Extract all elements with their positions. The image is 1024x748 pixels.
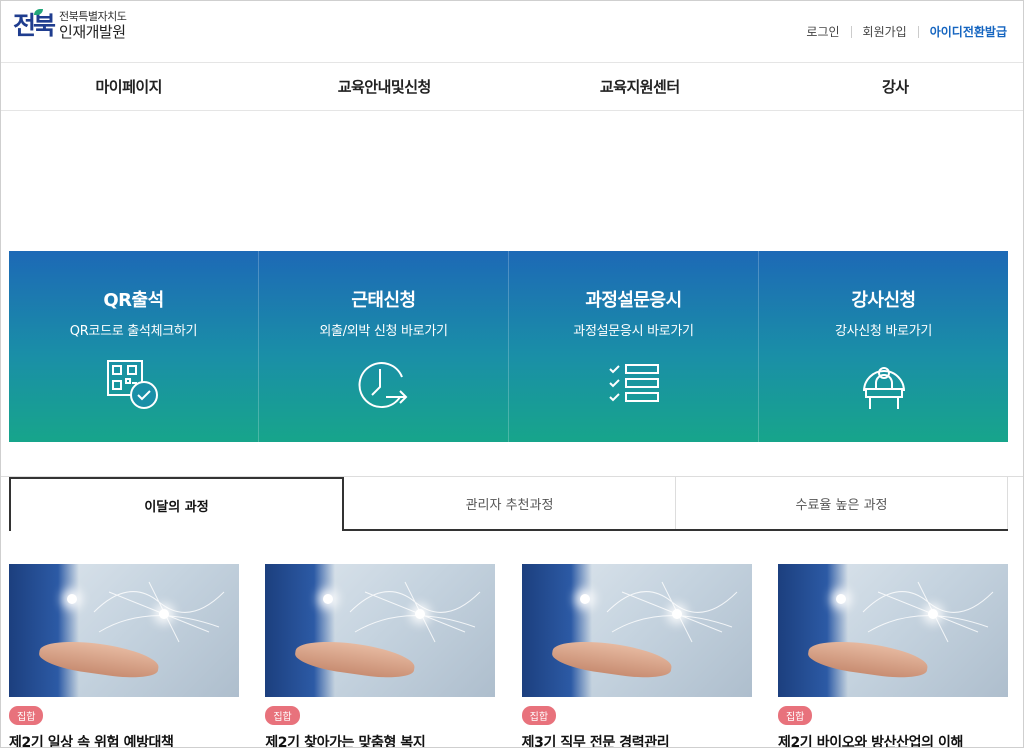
- course-title: 제2기 찾아가는 맞춤형 복지: [265, 735, 426, 748]
- logo-sub: 전북특별자치도: [59, 10, 127, 23]
- course-thumbnail: [521, 564, 752, 697]
- course-title: 제3기 직무 전문 경력관리: [521, 735, 670, 748]
- course-card[interactable]: 집합 제3기 직무 전문 경력관리: [521, 564, 752, 748]
- quick-item-desc: QR코드로 출석체크하기: [69, 324, 198, 339]
- tab-admin-recommended[interactable]: 관리자 추천과정: [344, 477, 676, 529]
- tab-high-completion[interactable]: 수료율 높은 과정: [676, 477, 1008, 529]
- utility-nav: 로그인 회원가입 아이디전환발급: [806, 23, 1007, 40]
- quick-item-attendance-request[interactable]: 근태신청 외출/외박 신청 바로가기: [259, 251, 509, 442]
- quick-item-title: 과정설문응시: [585, 290, 682, 311]
- quick-item-course-survey[interactable]: 과정설문응시 과정설문응시 바로가기: [509, 251, 759, 442]
- logo-text: 전북특별자치도 인재개발원: [59, 10, 127, 41]
- logo-main: 인재개발원: [59, 22, 126, 41]
- qr-check-icon: [106, 360, 158, 409]
- lecturer-podium-icon: [862, 367, 905, 409]
- course-title: 제2기 일상 속 위험 예방대책: [9, 735, 174, 748]
- quick-item-desc: 과정설문응시 바로가기: [573, 324, 694, 339]
- course-thumbnail: [777, 564, 1008, 697]
- logo-mark-text: 전북: [13, 11, 56, 41]
- quick-item-title: 강사신청: [851, 290, 916, 311]
- quick-item-desc: 강사신청 바로가기: [834, 324, 933, 339]
- quick-item-title: QR출석: [103, 290, 164, 311]
- logo-mark: 전북: [13, 9, 56, 41]
- clock-arrow-icon: [358, 362, 407, 409]
- course-card[interactable]: 집합 제2기 바이오와 방산산업의 이해: [777, 564, 1008, 748]
- course-title: 제2기 바이오와 방산산업의 이해: [777, 735, 963, 748]
- nav-item-support-center[interactable]: 교육지원센터: [512, 63, 768, 110]
- course-tabs: 이달의 과정 관리자 추천과정 수료율 높은 과정: [9, 477, 1008, 531]
- nav-item-mypage[interactable]: 마이페이지: [1, 63, 257, 110]
- course-type-badge: 집합: [9, 706, 44, 725]
- divider: [850, 25, 852, 38]
- course-card[interactable]: 집합 제2기 찾아가는 맞춤형 복지: [265, 564, 496, 748]
- quick-item-desc: 외출/외박 신청 바로가기: [319, 324, 448, 339]
- nav-item-education[interactable]: 교육안내및신청: [257, 63, 513, 110]
- signup-link[interactable]: 회원가입: [863, 23, 907, 40]
- course-type-badge: 집합: [265, 706, 300, 725]
- tab-monthly-course[interactable]: 이달의 과정: [9, 477, 344, 531]
- quick-item-qr-attendance[interactable]: QR출석 QR코드로 출석체크하기: [9, 251, 259, 442]
- main-nav: 마이페이지 교육안내및신청 교육지원센터 강사: [1, 63, 1023, 111]
- course-tabs-section: 이달의 과정 관리자 추천과정 수료율 높은 과정: [1, 476, 1023, 531]
- quick-menu: QR출석 QR코드로 출석체크하기 근태신청 외출/외박 신청 바로가기 과정설…: [9, 251, 1008, 442]
- course-type-badge: 집합: [777, 706, 813, 725]
- login-link[interactable]: 로그인: [806, 23, 839, 40]
- course-thumbnail: [9, 564, 239, 697]
- course-thumbnail: [265, 564, 496, 697]
- quick-item-title: 근태신청: [351, 290, 416, 311]
- page-frame: 전북 전북특별자치도 인재개발원 로그인 회원가입 아이디전환발급 마이페이지 …: [0, 0, 1024, 748]
- checklist-icon: [608, 364, 659, 402]
- divider: [917, 25, 919, 38]
- quick-item-lecturer-apply[interactable]: 강사신청 강사신청 바로가기: [759, 251, 1008, 442]
- id-convert-link[interactable]: 아이디전환발급: [930, 23, 1007, 40]
- site-logo[interactable]: 전북 전북특별자치도 인재개발원: [13, 9, 127, 41]
- course-list: 집합 제2기 일상 속 위험 예방대책 집합 제2기 찾아가는 맞춤형 복지 집…: [9, 564, 1008, 748]
- course-card[interactable]: 집합 제2기 일상 속 위험 예방대책: [9, 564, 239, 748]
- nav-item-lecturer[interactable]: 강사: [768, 63, 1024, 110]
- course-type-badge: 집합: [521, 706, 557, 725]
- site-header: 전북 전북특별자치도 인재개발원 로그인 회원가입 아이디전환발급: [1, 1, 1023, 63]
